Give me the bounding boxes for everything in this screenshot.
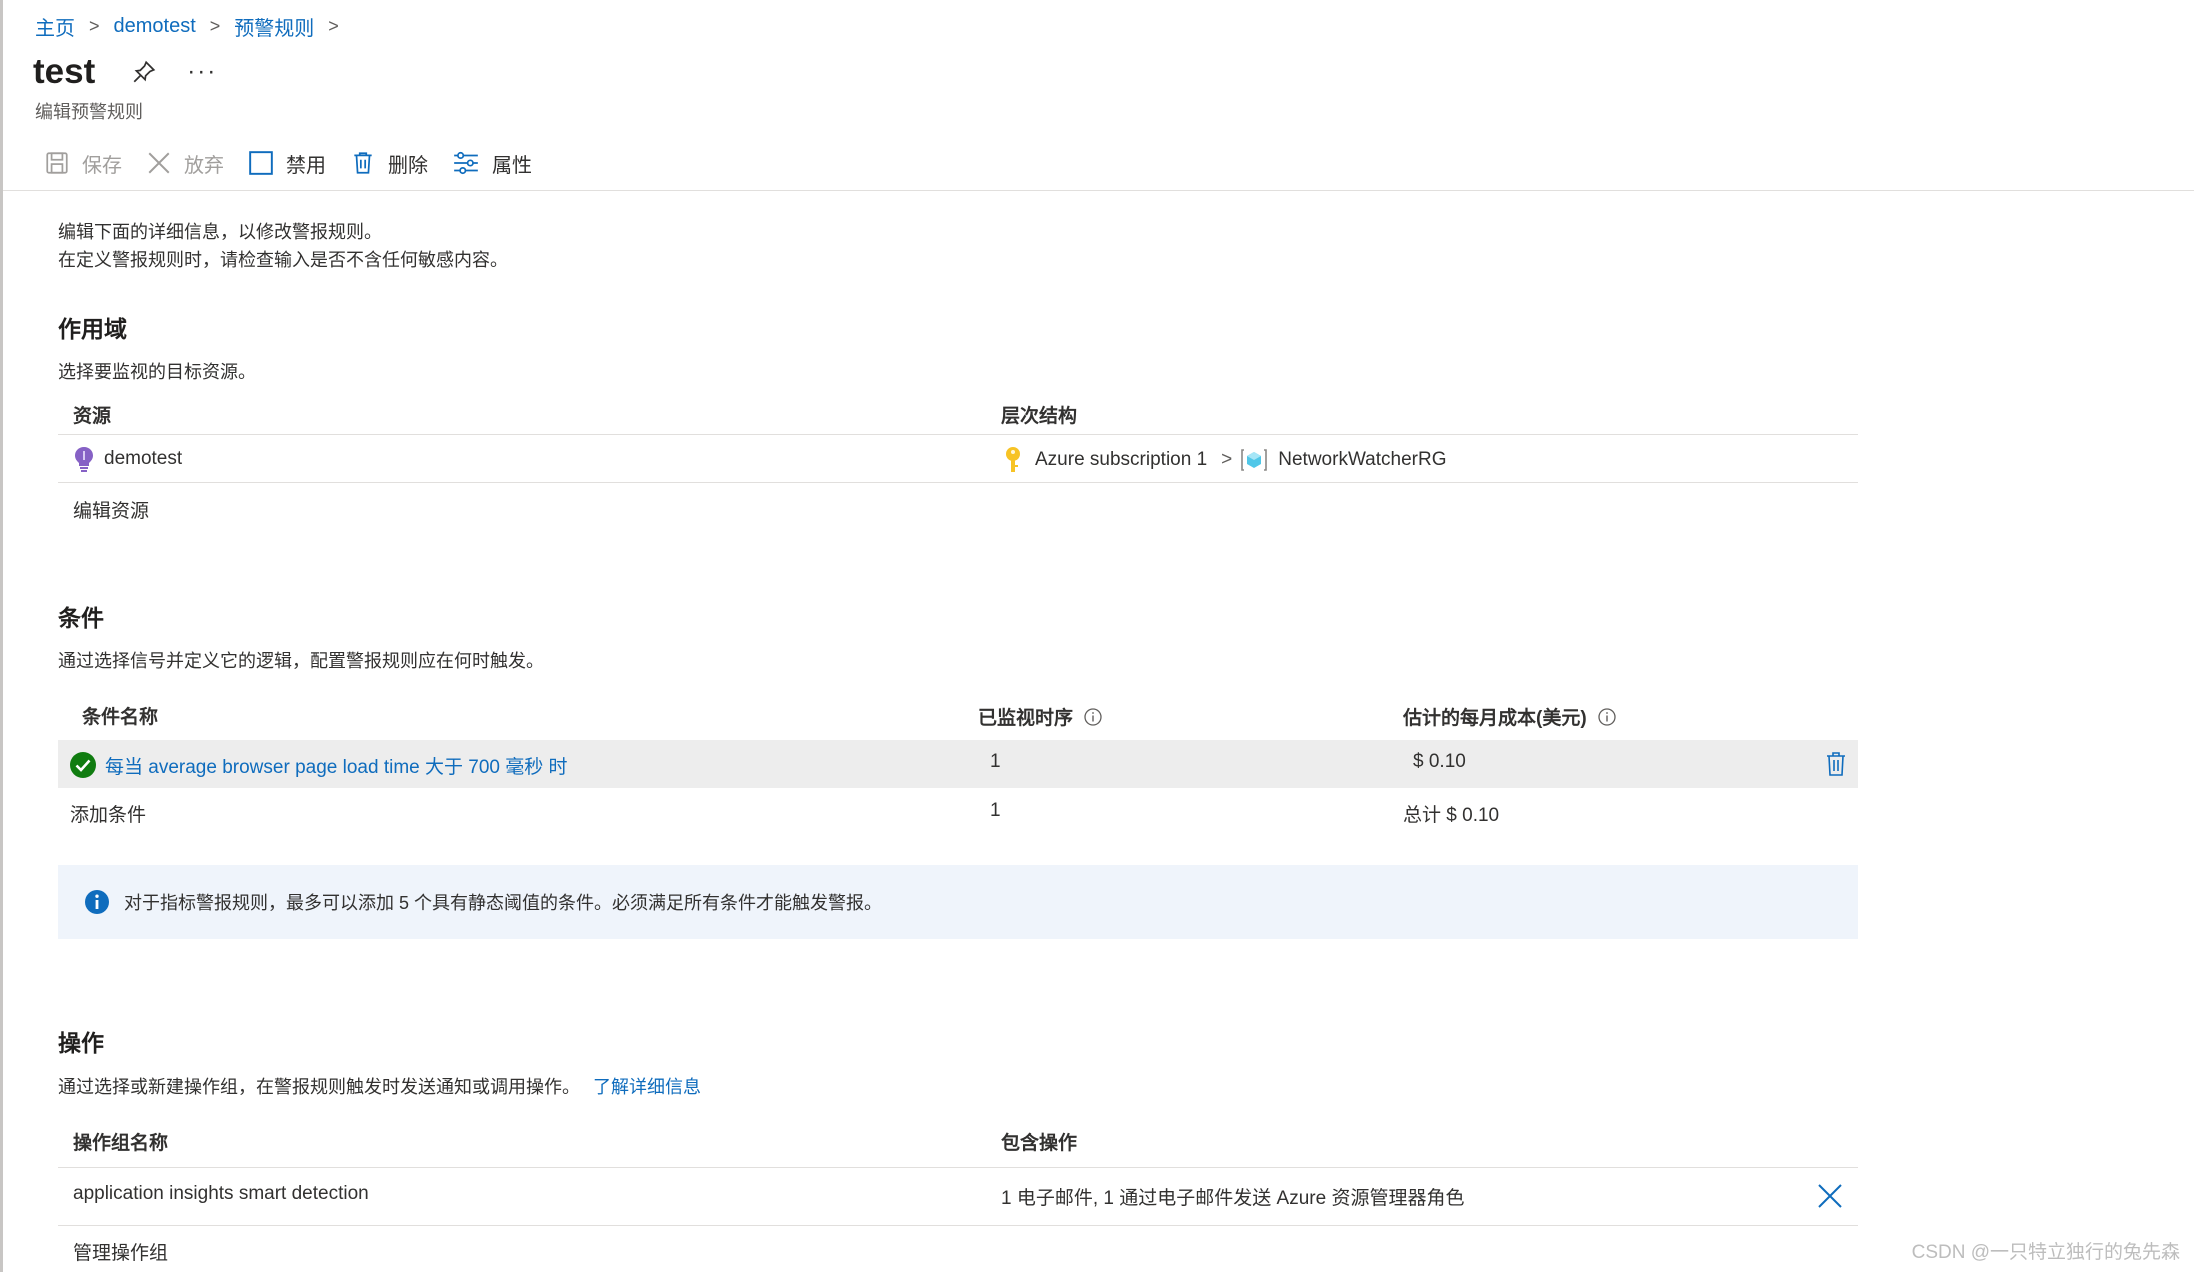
- condition-cost-value: $ 0.10: [1413, 751, 1466, 772]
- edit-resource-link[interactable]: 编辑资源: [73, 496, 149, 523]
- total-cost-value: 总计 $ 0.10: [1403, 805, 1500, 826]
- trash-icon: [354, 152, 372, 174]
- disable-button[interactable]: 禁用: [248, 149, 326, 178]
- breadcrumb: 主页 > demotest > 预警规则 >: [35, 12, 353, 41]
- properties-button[interactable]: 属性: [452, 149, 532, 178]
- scope-title: 作用域: [58, 316, 127, 342]
- learn-more-link[interactable]: 了解详细信息: [593, 1077, 701, 1097]
- condition-name-cell: 每当 average browser page load time 大于 700…: [69, 751, 568, 779]
- delete-label: 删除: [388, 154, 428, 177]
- intro-line-2: 在定义警报规则时，请检查输入是否不含任何敏感内容。: [58, 250, 508, 270]
- resource-name: demotest: [104, 448, 183, 469]
- resource-cell: demotest: [74, 446, 182, 472]
- save-icon: [46, 152, 68, 174]
- subscription-name: Azure subscription 1: [1035, 449, 1208, 470]
- info-message-bar: 对于指标警报规则，最多可以添加 5 个具有静态阈值的条件。必须满足所有条件才能触…: [58, 865, 1858, 939]
- delete-button[interactable]: 删除: [350, 149, 428, 178]
- manage-action-groups-link[interactable]: 管理操作组: [73, 1238, 168, 1265]
- column-header-contains-actions: 包含操作: [1001, 1133, 1078, 1154]
- command-bar: 保存 放弃 禁用 删除 属性: [44, 146, 556, 180]
- table-divider: [58, 1167, 1858, 1168]
- breadcrumb-chevron-icon: >: [209, 16, 221, 36]
- close-icon: [148, 152, 170, 174]
- checkbox-icon: [249, 151, 273, 175]
- breadcrumb-chevron-icon: >: [89, 16, 100, 36]
- table-divider: [58, 1225, 1858, 1226]
- resource-group-name: NetworkWatcherRG: [1278, 449, 1447, 470]
- breadcrumb-home[interactable]: 主页: [35, 12, 75, 41]
- scope-description: 选择要监视的目标资源。: [58, 362, 256, 382]
- column-header-monthly-cost: 估计的每月成本(美元): [1403, 703, 1617, 730]
- info-icon[interactable]: [1083, 707, 1103, 727]
- info-icon[interactable]: [1597, 707, 1617, 727]
- watermark: CSDN @一只特立独行的兔先森: [1911, 1242, 2180, 1263]
- breadcrumb-resource[interactable]: demotest: [114, 15, 196, 38]
- column-header-resource: 资源: [73, 406, 112, 427]
- save-label: 保存: [82, 154, 122, 177]
- intro-text: 编辑下面的详细信息，以修改警报规则。 在定义警报规则时，请检查输入是否不含任何敏…: [58, 218, 1858, 274]
- column-header-condition-name: 条件名称: [82, 707, 159, 728]
- key-icon: [1006, 447, 1020, 472]
- condition-link[interactable]: 每当 average browser page load time 大于 700…: [105, 752, 568, 779]
- toolbar-divider: [3, 190, 2194, 191]
- monitored-series-label: 已监视时序: [978, 708, 1074, 729]
- discard-label: 放弃: [184, 154, 224, 177]
- page-subtitle: 编辑预警规则: [35, 102, 143, 122]
- info-message-text: 对于指标警报规则，最多可以添加 5 个具有静态阈值的条件。必须满足所有条件才能触…: [124, 893, 883, 913]
- discard-button[interactable]: 放弃: [146, 149, 224, 178]
- properties-icon: [454, 151, 478, 175]
- column-header-monitored-series: 已监视时序: [978, 703, 1103, 730]
- title-row: test ···: [33, 52, 217, 92]
- hierarchy-cell: Azure subscription 1 > NetworkWatcherRG: [1003, 446, 1446, 474]
- total-series-value: 1: [990, 800, 1001, 821]
- success-check-icon: [70, 752, 96, 778]
- actions-description: 通过选择或新建操作组，在警报规则触发时发送通知或调用操作。 了解详细信息: [58, 1073, 701, 1099]
- conditions-title: 条件: [58, 605, 104, 631]
- actions-description-text: 通过选择或新建操作组，在警报规则触发时发送通知或调用操作。: [58, 1077, 580, 1097]
- actions-title: 操作: [58, 1030, 104, 1056]
- app-insights-icon: [75, 447, 93, 472]
- breadcrumb-chevron-icon: >: [328, 16, 339, 36]
- action-group-contains: 1 电子邮件, 1 通过电子邮件发送 Azure 资源管理器角色: [1001, 1188, 1465, 1209]
- table-divider: [58, 434, 1858, 435]
- save-button[interactable]: 保存: [44, 149, 122, 178]
- resource-group-icon: [1241, 449, 1268, 471]
- disable-label: 禁用: [286, 154, 326, 177]
- conditions-description: 通过选择信号并定义它的逻辑，配置警报规则应在何时触发。: [58, 651, 544, 671]
- delete-condition-icon[interactable]: [1824, 750, 1848, 778]
- pin-icon[interactable]: [131, 59, 157, 85]
- column-header-hierarchy: 层次结构: [1001, 406, 1078, 427]
- remove-action-group-icon[interactable]: [1816, 1182, 1844, 1210]
- info-filled-icon: [85, 890, 109, 914]
- intro-line-1: 编辑下面的详细信息，以修改警报规则。: [58, 222, 382, 242]
- properties-label: 属性: [492, 154, 532, 177]
- chevron-right-icon: >: [1221, 449, 1233, 470]
- condition-row[interactable]: 每当 average browser page load time 大于 700…: [58, 740, 1858, 788]
- monthly-cost-label: 估计的每月成本(美元): [1403, 708, 1587, 729]
- more-options-icon[interactable]: ···: [187, 60, 217, 84]
- add-condition-link[interactable]: 添加条件: [70, 800, 146, 827]
- table-divider: [58, 482, 1858, 483]
- condition-series-value: 1: [990, 751, 1001, 772]
- column-header-action-group: 操作组名称: [73, 1133, 169, 1154]
- action-group-link[interactable]: application insights smart detection: [73, 1183, 369, 1205]
- breadcrumb-alert-rules[interactable]: 预警规则: [234, 12, 314, 41]
- page-title: test: [33, 52, 96, 91]
